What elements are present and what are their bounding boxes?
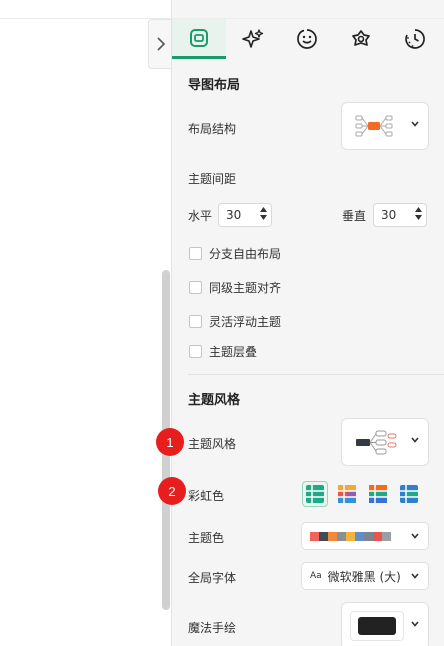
checkbox[interactable]: [189, 345, 202, 358]
layout-structure-label: 布局结构: [188, 122, 237, 136]
color-swatch: [382, 531, 391, 541]
panel-tabs: [172, 19, 444, 59]
vertical-spacing-value: 30: [381, 208, 397, 222]
smiley-icon: [297, 29, 317, 49]
rainbow-grid-icon: [338, 485, 356, 503]
option-free-branch-layout[interactable]: 分支自由布局: [189, 245, 281, 262]
chevron-right-icon: [156, 37, 165, 51]
option-label: 分支自由布局: [209, 247, 282, 261]
color-swatch: [364, 531, 373, 541]
horizontal-spacing-input[interactable]: 30: [218, 203, 272, 227]
option-floating-topics[interactable]: 灵活浮动主题: [189, 313, 281, 330]
annotation-badge-1: 1: [156, 428, 184, 456]
tab-layout[interactable]: [172, 19, 226, 59]
checkbox[interactable]: [189, 247, 202, 260]
chevron-down-icon: [411, 573, 419, 579]
topic-color-label: 主题色: [188, 531, 225, 545]
color-swatch-strip: [310, 531, 391, 541]
font-value: 微软雅黑 (大): [327, 569, 401, 584]
canvas-top-divider: [0, 18, 171, 19]
color-swatch: [337, 531, 346, 541]
checkbox[interactable]: [189, 281, 202, 294]
color-swatch: [373, 531, 382, 541]
option-label: 灵活浮动主题: [209, 315, 282, 329]
annotation-badge-2: 2: [158, 477, 186, 505]
properties-panel: 导图布局 布局结构 主题间距 水平 30 垂直 30 分支自由布局 同级主题对齐…: [171, 0, 444, 646]
layout-structure-select[interactable]: [341, 102, 429, 150]
option-label: 同级主题对齐: [209, 281, 282, 295]
color-swatch: [310, 531, 319, 541]
mindmap-layout-thumbnail: [355, 115, 393, 137]
vertical-label: 垂直: [342, 209, 367, 223]
layout-icon: [190, 28, 208, 47]
rainbow-option-3[interactable]: [365, 481, 391, 507]
rainbow-grid-icon: [369, 485, 387, 503]
vertical-spacing-input[interactable]: 30: [373, 203, 427, 227]
horizontal-spacing-value: 30: [226, 208, 242, 222]
spin-up-icon[interactable]: [260, 207, 267, 212]
handdrawn-preview: [350, 611, 404, 641]
tab-sticker[interactable]: [280, 19, 334, 59]
option-label: 主题层叠: [209, 345, 258, 359]
color-swatch: [355, 531, 364, 541]
spin-down-icon[interactable]: [415, 215, 422, 220]
spin-up-icon[interactable]: [415, 207, 422, 212]
topic-style-select[interactable]: [341, 418, 429, 466]
flower-icon: [352, 30, 370, 46]
horizontal-label: 水平: [188, 209, 213, 223]
tab-theme[interactable]: [334, 19, 388, 59]
checkbox[interactable]: [189, 315, 202, 328]
color-swatch: [328, 531, 337, 541]
magic-handdrawn-label: 魔法手绘: [188, 621, 237, 635]
global-font-select[interactable]: Aa 微软雅黑 (大): [301, 562, 429, 590]
rainbow-option-2[interactable]: [334, 481, 360, 507]
option-stack-topics[interactable]: 主题层叠: [189, 343, 257, 360]
rainbow-grid-icon: [400, 485, 418, 503]
collapse-panel-button[interactable]: [148, 19, 172, 69]
tab-history[interactable]: [388, 19, 442, 59]
topic-spacing-label: 主题间距: [188, 172, 237, 186]
option-align-siblings[interactable]: 同级主题对齐: [189, 279, 281, 296]
topic-style-label: 主题风格: [188, 437, 237, 451]
topic-style-title: 主题风格: [188, 393, 241, 408]
chevron-down-icon: [411, 437, 419, 443]
rainbow-label: 彩虹色: [188, 489, 225, 503]
topic-style-thumbnail: [356, 430, 397, 455]
rainbow-grid-icon: [306, 485, 324, 503]
rainbow-option-4[interactable]: [396, 481, 422, 507]
spin-down-icon[interactable]: [260, 215, 267, 220]
chevron-down-icon: [411, 533, 419, 539]
color-swatch: [319, 531, 328, 541]
chevron-down-icon: [411, 621, 419, 627]
chevron-down-icon: [411, 121, 419, 127]
font-icon: Aa: [310, 571, 322, 581]
topic-color-select[interactable]: [301, 522, 429, 550]
color-swatch: [346, 531, 355, 541]
sparkle-icon: [242, 29, 264, 48]
map-layout-title: 导图布局: [188, 78, 241, 93]
rainbow-option-1[interactable]: [302, 481, 328, 507]
handdrawn-style-select[interactable]: [341, 602, 429, 646]
tab-ai[interactable]: [226, 19, 280, 59]
global-font-label: 全局字体: [188, 571, 237, 585]
canvas-area[interactable]: [0, 0, 171, 646]
clock-icon: [405, 29, 425, 49]
section-divider: [188, 374, 444, 375]
